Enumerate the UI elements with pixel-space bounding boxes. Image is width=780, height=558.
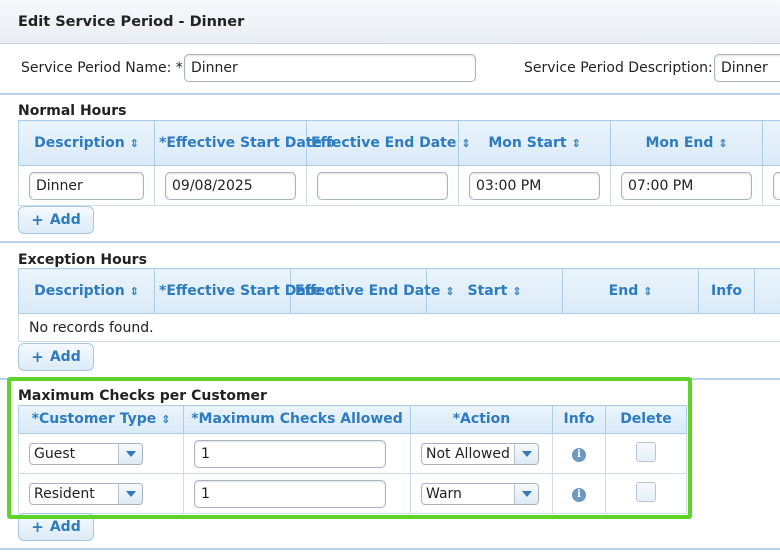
sort-icon: ⇕ [512,284,522,298]
column-header-customer-type[interactable]: *Customer Type ⇕ [18,405,184,434]
column-header-effective-start-date[interactable]: *Effective Start Date ⇕ [154,120,336,166]
mon-start-input[interactable] [469,171,600,200]
column-header-delete: D [754,268,780,314]
sort-icon: ⇕ [129,284,139,298]
no-records-message: No records found. [18,313,780,342]
chevron-down-icon[interactable] [514,483,538,504]
service-period-name-label: Service Period Name: * [21,60,183,76]
column-header-info: Info [552,405,606,434]
action-dropdown[interactable]: Warn [421,482,539,505]
max-checks-table: *Customer Type ⇕ *Maximum Checks Allowed… [18,405,687,514]
column-header-maximum-checks-allowed: *Maximum Checks Allowed [183,405,411,434]
chevron-down-icon[interactable] [118,443,142,464]
more-input[interactable] [773,171,780,200]
section-divider [0,378,780,380]
delete-checkbox[interactable] [636,441,656,462]
normal-hours-add-button[interactable]: + Add [18,206,94,234]
plus-icon: + [31,348,44,366]
maximum-checks-input[interactable] [194,479,386,508]
table-row: Resident Warn i [18,473,687,514]
section-divider [0,93,780,95]
column-header-action: *Action [410,405,553,434]
column-header-description[interactable]: Description ⇕ [18,120,155,166]
info-icon[interactable]: i [572,487,586,502]
sort-icon: ⇕ [129,136,139,150]
sort-icon: ⇕ [571,136,581,150]
sort-icon: ⇕ [461,136,471,150]
column-header-mon-start[interactable]: Mon Start ⇕ [458,120,611,166]
sort-icon: ⇕ [445,284,455,298]
column-header-more [762,120,780,166]
section-divider [0,548,780,550]
table-row: No records found. [18,313,780,342]
chevron-down-icon[interactable] [514,443,538,464]
exception-hours-add-button[interactable]: + Add [18,343,94,371]
column-header-info: Info [698,268,755,314]
max-checks-title: Maximum Checks per Customer [18,388,267,404]
table-row [18,165,780,206]
column-header-mon-end[interactable]: Mon End ⇕ [610,120,763,166]
table-row: Guest Not Allowed i [18,433,687,474]
customer-type-dropdown[interactable]: Guest [29,442,143,465]
exception-hours-table: Description ⇕ *Effective Start Date ⇕ Ef… [18,268,780,342]
sort-icon: ⇕ [718,136,728,150]
dialog-title: Edit Service Period - Dinner [0,0,780,44]
column-header-delete: Delete [605,405,687,434]
chevron-down-icon[interactable] [118,483,142,504]
column-header-effective-start-date[interactable]: *Effective Start Date ⇕ [154,268,336,314]
normal-hours-table: Description ⇕ *Effective Start Date ⇕ Ef… [18,120,780,206]
action-dropdown[interactable]: Not Allowed [421,442,539,465]
delete-checkbox[interactable] [636,481,656,502]
section-divider [0,241,780,243]
column-header-description[interactable]: Description ⇕ [18,268,155,314]
service-period-description-label: Service Period Description: [524,60,713,76]
service-period-name-input[interactable] [184,54,476,82]
max-checks-add-button[interactable]: + Add [18,513,94,541]
description-input[interactable] [29,171,144,200]
sort-icon: ⇕ [643,284,653,298]
sort-icon: ⇕ [161,413,171,426]
exception-hours-title: Exception Hours [18,252,147,268]
plus-icon: + [31,211,44,229]
maximum-checks-input[interactable] [194,439,386,468]
plus-icon: + [31,518,44,536]
effective-end-date-input[interactable] [317,171,448,200]
effective-start-date-input[interactable] [165,171,296,200]
column-header-effective-end-date[interactable]: Effective End Date ⇕ [290,268,454,314]
column-header-effective-end-date[interactable]: Effective End Date ⇕ [306,120,470,166]
column-header-end[interactable]: End ⇕ [562,268,699,314]
normal-hours-title: Normal Hours [18,103,127,119]
service-period-description-input[interactable] [714,54,780,82]
mon-end-input[interactable] [621,171,752,200]
customer-type-dropdown[interactable]: Resident [29,482,143,505]
info-icon[interactable]: i [572,447,586,462]
